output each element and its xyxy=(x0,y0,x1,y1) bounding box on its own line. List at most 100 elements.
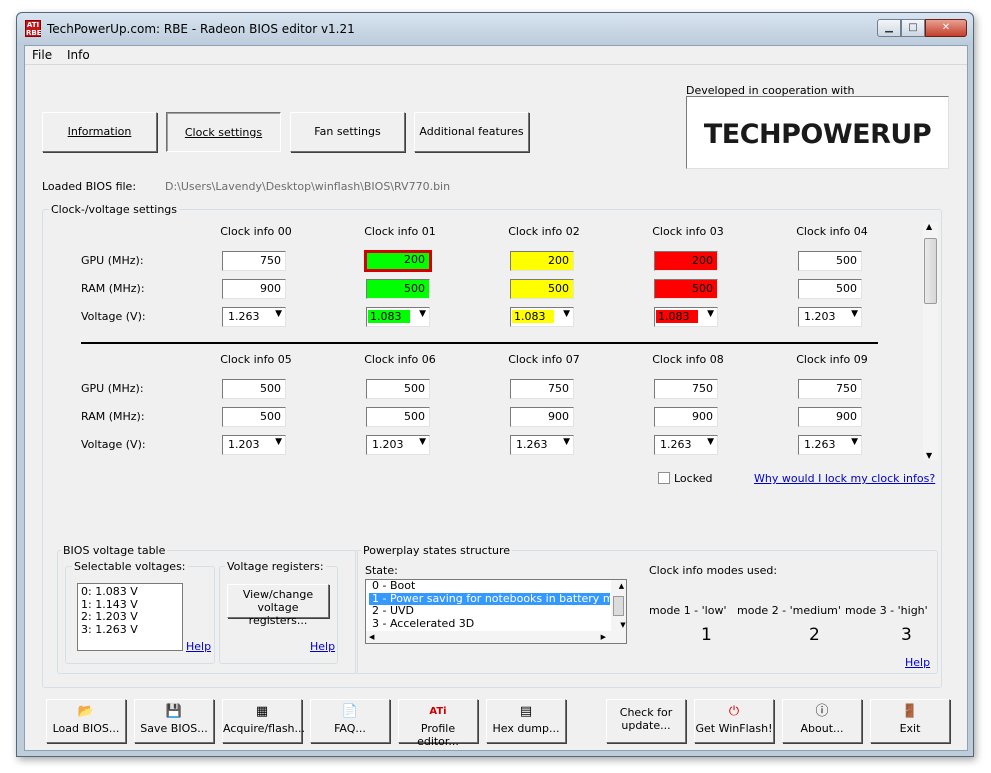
state-scroll-left-icon[interactable]: ◀ xyxy=(369,631,374,643)
get-winflash-button[interactable]: ⏻ Get WinFlash! xyxy=(694,699,774,743)
ram-clock-field[interactable]: 500 xyxy=(366,407,430,427)
why-lock-link[interactable]: Why would I lock my clock infos? xyxy=(754,472,935,485)
menu-file[interactable]: File xyxy=(32,48,52,62)
state-scroll-right-icon[interactable]: ▶ xyxy=(601,631,606,643)
state-scroll-thumb[interactable] xyxy=(613,596,624,616)
gpu-clock-field[interactable]: 500 xyxy=(222,379,286,399)
ram-clock-field[interactable]: 900 xyxy=(222,279,286,299)
voltage-select[interactable]: 1.083 ▼ xyxy=(366,307,430,327)
info-icon: ⓘ xyxy=(815,704,829,719)
dropdown-arrow-icon[interactable]: ▼ xyxy=(563,437,570,447)
voltage-select[interactable]: 1.203 ▼ xyxy=(222,435,286,455)
app-window: ATI RBE TechPowerUp.com: RBE - Radeon BI… xyxy=(16,12,974,757)
clock-info-header: Clock info 00 xyxy=(220,225,292,238)
gpu-clock-field[interactable]: 500 xyxy=(798,251,862,271)
exit-button[interactable]: 🚪 Exit xyxy=(870,699,950,743)
gpu-clock-field[interactable]: 500 xyxy=(366,379,430,399)
state-vscrollbar[interactable]: ▲ ▼ xyxy=(611,580,626,631)
ram-clock-field[interactable]: 900 xyxy=(654,407,718,427)
save-bios-button[interactable]: 💾 Save BIOS... xyxy=(134,699,214,743)
dropdown-arrow-icon[interactable]: ▼ xyxy=(707,437,714,447)
ram-clock-field[interactable]: 900 xyxy=(510,407,574,427)
dropdown-arrow-icon[interactable]: ▼ xyxy=(419,309,426,319)
locked-checkbox[interactable] xyxy=(658,472,670,484)
voltage-list-item[interactable]: 2: 1.203 V xyxy=(78,611,182,624)
tab-additional-features[interactable]: Additional features xyxy=(414,112,529,152)
minimize-button[interactable]: ▁ xyxy=(877,19,901,37)
load-bios-button[interactable]: 📂 Load BIOS... xyxy=(46,699,126,743)
gpu-clock-field[interactable]: 750 xyxy=(798,379,862,399)
view-change-registers-button[interactable]: View/change voltage registers... xyxy=(227,584,329,627)
voltage-select[interactable]: 1.263 ▼ xyxy=(222,307,286,327)
clock-scrollbar[interactable]: ▲ ▼ xyxy=(923,222,938,460)
dropdown-arrow-icon[interactable]: ▼ xyxy=(563,309,570,319)
ram-clock-field[interactable]: 500 xyxy=(366,279,430,299)
ram-clock-field[interactable]: 500 xyxy=(510,279,574,299)
gpu-clock-field[interactable]: 750 xyxy=(510,379,574,399)
state-scroll-down-icon[interactable]: ▼ xyxy=(614,619,626,632)
check-for-update-button[interactable]: Check for update... xyxy=(606,699,686,743)
tab-information[interactable]: Information xyxy=(42,112,157,152)
tab-clock-settings-label: Clock settings xyxy=(184,126,263,139)
ram-clock-field[interactable]: 500 xyxy=(798,279,862,299)
menu-info[interactable]: Info xyxy=(67,48,90,62)
voltage-list[interactable]: 0: 1.083 V 1: 1.143 V 2: 1.203 V 3: 1.26… xyxy=(77,583,183,651)
dropdown-arrow-icon[interactable]: ▼ xyxy=(419,437,426,447)
voltage-select[interactable]: 1.263 ▼ xyxy=(510,435,574,455)
voltage-help-link[interactable]: Help xyxy=(186,640,211,653)
hex-dump-button[interactable]: ▤ Hex dump... xyxy=(486,699,566,743)
voltage-select[interactable]: 1.263 ▼ xyxy=(654,435,718,455)
gpu-clock-field[interactable]: 200 xyxy=(364,250,432,272)
floppy-disk-icon: 💾 xyxy=(165,704,183,719)
state-hscrollbar[interactable]: ◀ ▶ xyxy=(366,631,626,643)
dropdown-arrow-icon[interactable]: ▼ xyxy=(851,309,858,319)
dropdown-arrow-icon[interactable]: ▼ xyxy=(851,437,858,447)
state-list-item[interactable]: 0 - Boot xyxy=(369,580,610,593)
button-label: About... xyxy=(800,722,844,735)
dropdown-arrow-icon[interactable]: ▼ xyxy=(275,309,282,319)
state-scroll-up-icon[interactable]: ▲ xyxy=(614,580,626,593)
gpu-clock-field[interactable]: 200 xyxy=(510,251,574,271)
faq-button[interactable]: 📄 FAQ... xyxy=(310,699,390,743)
acquire-flash-button[interactable]: ▦ Acquire/flash... xyxy=(222,699,305,743)
scroll-down-arrow-icon[interactable]: ▼ xyxy=(926,451,932,460)
dropdown-arrow-icon[interactable]: ▼ xyxy=(275,437,282,447)
voltage-select[interactable]: 1.203 ▼ xyxy=(366,435,430,455)
voltage-select[interactable]: 1.083 ▼ xyxy=(510,307,574,327)
ram-clock-field[interactable]: 500 xyxy=(654,279,718,299)
gpu-clock-field[interactable]: 750 xyxy=(654,379,718,399)
ati-logo-icon: ATi xyxy=(429,706,447,717)
registers-help-link[interactable]: Help xyxy=(310,640,335,653)
chip-icon: ▦ xyxy=(255,704,269,719)
voltage-list-item[interactable]: 0: 1.083 V xyxy=(78,586,182,599)
profile-editor-button[interactable]: ATi Profile editor... xyxy=(398,699,478,748)
voltage-select-value: 1.083 xyxy=(368,310,410,323)
menu-bar: File Info xyxy=(25,46,967,65)
ram-clock-field[interactable]: 900 xyxy=(798,407,862,427)
tab-clock-settings[interactable]: Clock settings xyxy=(166,112,281,152)
close-button[interactable]: ✕ xyxy=(925,19,967,37)
voltage-list-item[interactable]: 3: 1.263 V xyxy=(78,623,182,637)
scroll-thumb[interactable] xyxy=(924,238,937,304)
voltage-select[interactable]: 1.203 ▼ xyxy=(798,307,862,327)
maximize-button[interactable]: □ xyxy=(901,19,925,37)
tab-fan-settings[interactable]: Fan settings xyxy=(290,112,405,152)
voltage-select-value: 1.263 xyxy=(660,438,692,451)
powerplay-help-link[interactable]: Help xyxy=(905,656,930,669)
about-button[interactable]: ⓘ About... xyxy=(782,699,862,743)
mode-3-value: 3 xyxy=(901,625,912,645)
document-icon: 📄 xyxy=(341,704,359,719)
gpu-clock-field[interactable]: 200 xyxy=(654,251,718,271)
voltage-select[interactable]: 1.263 ▼ xyxy=(798,435,862,455)
ram-clock-field[interactable]: 500 xyxy=(222,407,286,427)
voltage-select[interactable]: 1.083 ▼ xyxy=(654,307,718,327)
gpu-clock-field[interactable]: 750 xyxy=(222,251,286,271)
clock-info-header: Clock info 01 xyxy=(364,225,436,238)
dropdown-arrow-icon[interactable]: ▼ xyxy=(707,309,714,319)
ram-row-label: RAM (MHz): xyxy=(81,282,145,295)
state-list-item[interactable]: 2 - UVD xyxy=(369,605,610,618)
powerplay-state-list[interactable]: 0 - Boot 1 - Power saving for notebooks i… xyxy=(365,579,627,644)
scroll-up-arrow-icon[interactable]: ▲ xyxy=(926,222,932,231)
mode-2-value: 2 xyxy=(809,625,820,645)
title-bar[interactable]: ATI RBE TechPowerUp.com: RBE - Radeon BI… xyxy=(17,13,973,45)
